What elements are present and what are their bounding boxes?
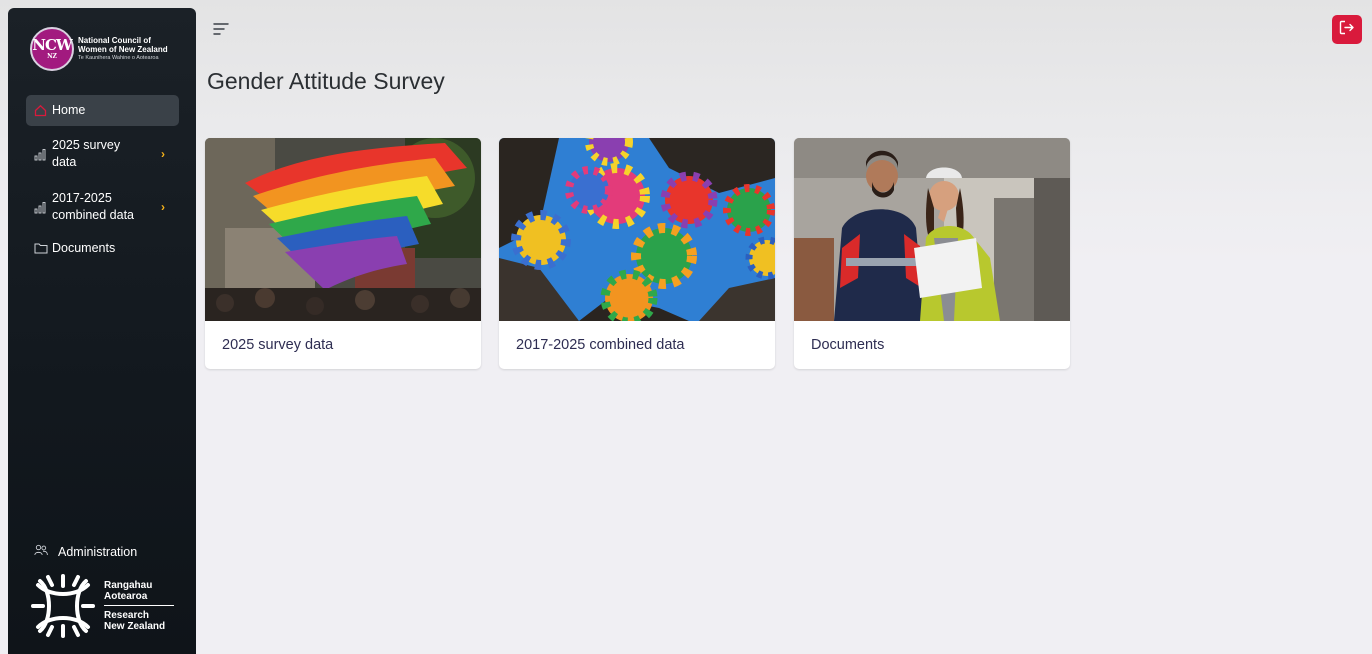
ncw-logo-line3: Te Kaunihera Wahine o Aotearoa — [78, 55, 159, 61]
card-2025-survey-data[interactable]: 2025 survey data — [205, 138, 481, 369]
bar-chart-icon — [26, 148, 52, 161]
page-title: Gender Attitude Survey — [207, 68, 445, 94]
card-image-rainbow-umbrellas — [499, 138, 775, 321]
ncw-logo-initials: NCW — [32, 36, 72, 54]
sidebar-item-label: Documents — [52, 240, 116, 255]
ncw-logo[interactable]: NCW NZ National Council of Women of New … — [30, 26, 190, 72]
chevron-right-icon: › — [161, 200, 165, 214]
sidebar-item-label: 2017-2025 combined data — [52, 190, 134, 224]
ncw-logo-nz: NZ — [47, 53, 57, 60]
rnz-logo-mark — [31, 574, 95, 638]
ncw-logo-badge: NCW NZ — [30, 27, 74, 71]
card-documents[interactable]: Documents — [794, 138, 1070, 369]
card-image-construction-workers — [794, 138, 1070, 321]
bar-chart-icon — [26, 201, 52, 214]
logout-button[interactable] — [1332, 15, 1362, 44]
card-caption: 2017-2025 combined data — [516, 337, 685, 353]
sidebar-item-label: Home — [52, 103, 86, 117]
logout-icon — [1339, 20, 1355, 40]
sidebar-item-label: 2025 survey data — [52, 137, 120, 171]
sidebar-item-label-line2: data — [52, 155, 77, 169]
card-2017-2025-combined-data[interactable]: 2017-2025 combined data — [499, 138, 775, 369]
sidebar-item-label-line1: 2017-2025 — [52, 191, 112, 205]
sidebar: NCW NZ National Council of Women of New … — [8, 8, 196, 654]
card-image-rainbow-flag — [205, 138, 481, 321]
users-icon — [34, 544, 58, 559]
sidebar-item-label-line1: 2025 survey — [52, 138, 121, 152]
chevron-right-icon: › — [161, 147, 165, 161]
rnz-logo[interactable]: Rangahau Aotearoa Research New Zealand — [30, 573, 180, 639]
sidebar-item-2025-survey-data[interactable]: 2025 survey data › — [26, 135, 179, 173]
folder-icon — [26, 242, 52, 254]
card-caption: Documents — [811, 337, 885, 353]
administration-label: Administration — [58, 544, 138, 559]
sidebar-item-label-line2: combined data — [52, 208, 135, 222]
menu-toggle-icon[interactable] — [212, 22, 230, 36]
sidebar-item-home[interactable]: Home — [26, 95, 179, 126]
ncw-logo-line2: Women of New Zealand — [78, 45, 168, 54]
rnz-logo-line3: Research — [104, 610, 150, 621]
sidebar-item-administration[interactable]: Administration — [34, 544, 137, 559]
sidebar-nav: Home 2025 survey data › 2017-2025 combin… — [26, 95, 179, 259]
sidebar-item-2017-2025-combined-data[interactable]: 2017-2025 combined data › — [26, 188, 179, 226]
rnz-logo-divider — [104, 605, 174, 606]
sidebar-item-documents[interactable]: Documents — [26, 237, 179, 259]
card-caption: 2025 survey data — [222, 337, 334, 353]
rnz-logo-line4: New Zealand — [104, 621, 166, 632]
rnz-logo-line2: Aotearoa — [104, 591, 148, 602]
home-icon — [26, 104, 52, 117]
rnz-logo-line1: Rangahau — [104, 580, 153, 591]
ncw-logo-line1: National Council of — [78, 36, 151, 45]
